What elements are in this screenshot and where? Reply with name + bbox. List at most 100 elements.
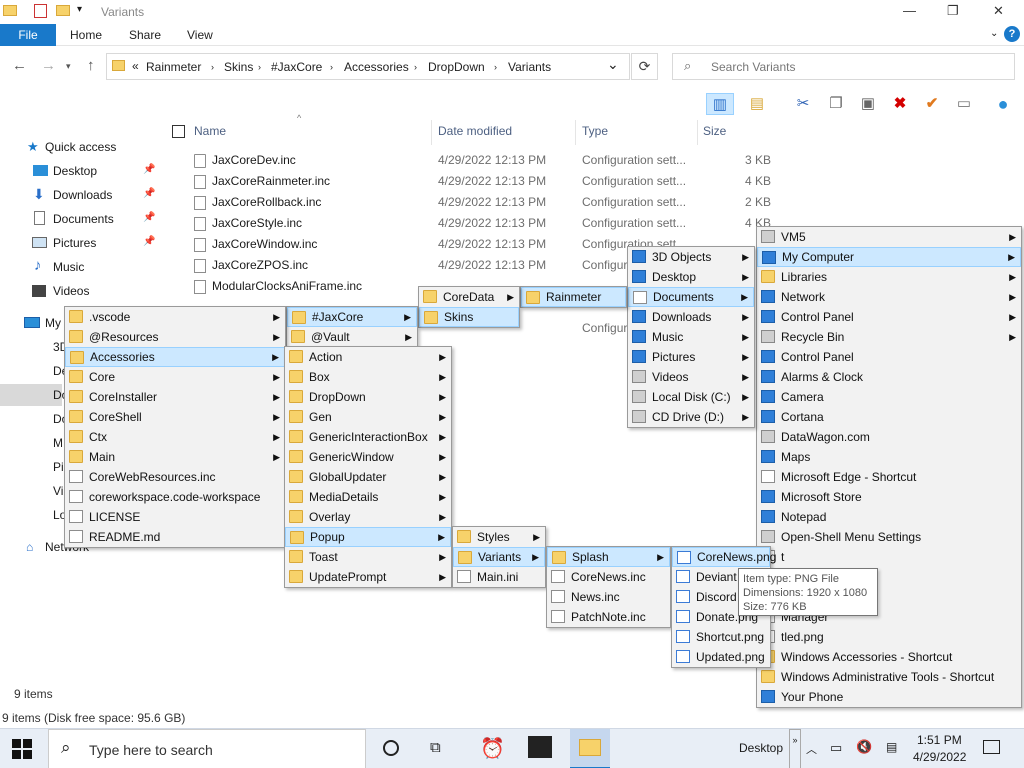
menu-item[interactable]: DataWagon.com xyxy=(757,427,1021,447)
nav-videos-pc[interactable]: Vi xyxy=(53,484,63,498)
breadcrumb-accessories[interactable]: Accessories xyxy=(344,60,409,74)
menu-item[interactable]: coreworkspace.code-workspace xyxy=(65,487,285,507)
menu-item[interactable]: Toast ▶ xyxy=(285,547,451,567)
menu-item[interactable]: Rainmeter xyxy=(521,287,626,307)
column-type[interactable]: Type xyxy=(582,124,608,138)
menu-item[interactable]: @Resources ▶ xyxy=(65,327,285,347)
nav-music-pc[interactable]: M xyxy=(53,436,63,450)
nav-quick-access[interactable]: Quick access xyxy=(45,140,116,154)
menu-item[interactable]: Main.ini xyxy=(453,567,545,587)
cut-icon[interactable]: ✂ xyxy=(791,93,815,115)
breadcrumb-overflow[interactable]: « xyxy=(132,59,139,73)
desktop-toolbar-label[interactable]: Desktop xyxy=(739,741,783,755)
copy-icon[interactable]: ❐ xyxy=(824,93,848,115)
nav-this-pc[interactable]: My xyxy=(45,316,61,330)
menu-item[interactable]: Skins xyxy=(419,307,519,327)
menu-item[interactable]: Local Disk (C:) ▶ xyxy=(628,387,754,407)
nav-pictures[interactable]: Pictures xyxy=(53,236,96,250)
menu-item[interactable]: @Vault ▶ xyxy=(287,327,417,347)
back-button[interactable]: ← xyxy=(12,57,27,74)
menu-item[interactable]: CoreWebResources.inc xyxy=(65,467,285,487)
chevron-down-icon[interactable]: ▾ xyxy=(77,4,82,15)
menu-item[interactable]: CoreData ▶ xyxy=(419,287,519,307)
menu-item[interactable]: Box ▶ xyxy=(285,367,451,387)
nav-pictures-pc[interactable]: Pi xyxy=(53,460,64,474)
nav-videos[interactable]: Videos xyxy=(53,284,89,298)
close-button[interactable]: ✕ xyxy=(993,3,1004,19)
menu-item[interactable]: Music ▶ xyxy=(628,327,754,347)
tab-view[interactable]: View xyxy=(187,28,213,42)
column-date[interactable]: Date modified xyxy=(438,124,512,138)
clock-time[interactable]: 1:51 PM xyxy=(917,733,962,747)
file-row[interactable]: JaxCoreRollback.inc 4/29/2022 12:13 PM C… xyxy=(190,192,780,213)
menu-item[interactable]: MediaDetails ▶ xyxy=(285,487,451,507)
properties-icon[interactable] xyxy=(34,4,47,18)
menu-item[interactable]: Gen ▶ xyxy=(285,407,451,427)
menu-item[interactable]: Overlay ▶ xyxy=(285,507,451,527)
menu-item[interactable]: CoreNews.inc xyxy=(547,567,670,587)
menu-item[interactable]: UpdatePrompt ▶ xyxy=(285,567,451,587)
menu-item[interactable]: Main ▶ xyxy=(65,447,285,467)
cortana-icon[interactable] xyxy=(383,740,399,756)
menu-item[interactable]: VM5 ▶ xyxy=(757,227,1021,247)
menu-item[interactable]: Videos ▶ xyxy=(628,367,754,387)
menu-item[interactable]: CoreInstaller ▶ xyxy=(65,387,285,407)
recent-locations-icon[interactable]: ▾ xyxy=(66,61,71,72)
help-button[interactable]: ? xyxy=(1004,26,1020,42)
paste-icon[interactable]: ▣ xyxy=(856,93,880,115)
menu-item[interactable]: Accessories ▶ xyxy=(65,347,285,367)
menu-item[interactable]: Shortcut.png xyxy=(672,627,770,647)
menu-item[interactable]: Control Panel ▶ xyxy=(757,307,1021,327)
view-panes-icon[interactable]: ▥ xyxy=(706,93,734,115)
file-row[interactable]: JaxCoreRainmeter.inc 4/29/2022 12:13 PM … xyxy=(190,171,780,192)
menu-item[interactable]: GenericInteractionBox ▶ xyxy=(285,427,451,447)
delete-icon[interactable]: ✖ xyxy=(888,93,912,115)
menu-item[interactable]: Recycle Bin ▶ xyxy=(757,327,1021,347)
menu-item[interactable]: My Computer ▶ xyxy=(757,247,1021,267)
properties-globe-icon[interactable]: ● xyxy=(991,93,1015,115)
menu-item[interactable]: Control Panel xyxy=(757,347,1021,367)
menu-item[interactable]: README.md xyxy=(65,527,285,547)
tab-home[interactable]: Home xyxy=(70,28,102,42)
breadcrumb-skins[interactable]: Skins xyxy=(224,60,253,74)
menu-item[interactable]: .vscode ▶ xyxy=(65,307,285,327)
menu-item[interactable]: Microsoft Store xyxy=(757,487,1021,507)
file-explorer-app-icon[interactable] xyxy=(570,729,610,768)
menu-item[interactable]: Core ▶ xyxy=(65,367,285,387)
menu-item[interactable]: Documents ▶ xyxy=(628,287,754,307)
ime-icon[interactable]: ▤ xyxy=(886,740,897,754)
address-dropdown-button[interactable]: ⌄ xyxy=(607,56,619,73)
menu-item[interactable]: News.inc xyxy=(547,587,670,607)
maximize-button[interactable]: ❐ xyxy=(947,3,959,19)
menu-item[interactable]: Desktop ▶ xyxy=(628,267,754,287)
chevron-icon[interactable]: » xyxy=(789,729,801,768)
rename-icon[interactable]: ▭ xyxy=(952,93,976,115)
expand-ribbon-icon[interactable]: ⌄ xyxy=(990,28,998,39)
menu-item[interactable]: DropDown ▶ xyxy=(285,387,451,407)
menu-item[interactable]: Downloads ▶ xyxy=(628,307,754,327)
menu-item[interactable]: CoreNews.png xyxy=(672,547,776,567)
breadcrumb-jaxcore[interactable]: #JaxCore xyxy=(271,60,322,74)
nav-documents[interactable]: Documents xyxy=(53,212,114,226)
menu-item[interactable]: tled.png xyxy=(757,627,1021,647)
file-row[interactable]: JaxCoreDev.inc 4/29/2022 12:13 PM Config… xyxy=(190,150,780,171)
menu-item[interactable]: Notepad xyxy=(757,507,1021,527)
menu-item[interactable]: Maps xyxy=(757,447,1021,467)
new-folder-icon[interactable]: ▤ xyxy=(745,93,769,115)
breadcrumb-variants[interactable]: Variants xyxy=(508,60,551,74)
forward-button[interactable]: → xyxy=(41,57,56,74)
menu-item[interactable]: CD Drive (D:) ▶ xyxy=(628,407,754,427)
column-size[interactable]: Size xyxy=(703,124,726,138)
taskbar-search-box[interactable]: ⌕ Type here to search xyxy=(48,729,366,768)
menu-item[interactable]: Windows Administrative Tools - Shortcut xyxy=(757,667,1021,687)
nav-desktop[interactable]: Desktop xyxy=(53,164,97,178)
menu-item[interactable]: LICENSE xyxy=(65,507,285,527)
nav-music[interactable]: Music xyxy=(53,260,84,274)
menu-item[interactable]: Pictures ▶ xyxy=(628,347,754,367)
menu-item[interactable]: Updated.png xyxy=(672,647,770,667)
menu-item[interactable]: Microsoft Edge - Shortcut xyxy=(757,467,1021,487)
search-box[interactable]: ⌕ Search Variants xyxy=(672,53,1015,80)
menu-item[interactable]: Alarms & Clock xyxy=(757,367,1021,387)
menu-item[interactable]: Popup ▶ xyxy=(285,527,451,547)
menu-item[interactable]: Splash ▶ xyxy=(547,547,670,567)
